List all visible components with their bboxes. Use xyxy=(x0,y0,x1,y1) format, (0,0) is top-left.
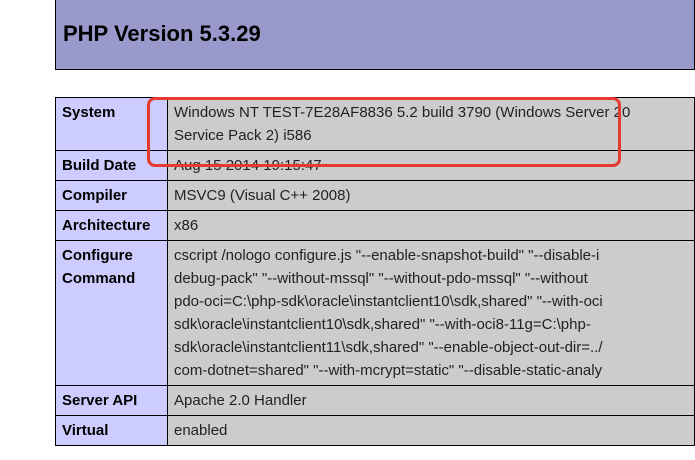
row-value: enabled xyxy=(167,415,695,446)
value-line: sdk\oracle\instantclient10\sdk,shared" "… xyxy=(174,316,591,333)
value-line: sdk\oracle\instantclient11\sdk,shared" "… xyxy=(174,339,603,356)
row-label: Virtual xyxy=(55,415,168,446)
row-label: Architecture xyxy=(55,210,168,241)
row-label: Build Date xyxy=(55,150,168,181)
row-value: cscript /nologo configure.js "--enable-s… xyxy=(167,240,695,386)
page-title: PHP Version 5.3.29 xyxy=(63,21,261,46)
row-label: Compiler xyxy=(55,180,168,211)
value-line: x86 xyxy=(174,217,199,234)
value-line: Windows NT TEST-7E28AF8836 5.2 build 379… xyxy=(174,104,631,121)
value-line: MSVC9 (Visual C++ 2008) xyxy=(174,187,351,204)
value-line: enabled xyxy=(174,422,228,439)
table-row: Configure Command cscript /nologo configu… xyxy=(55,240,695,386)
value-line: com-dotnet=shared" "--with-mcrypt=static… xyxy=(174,362,603,379)
row-value: Windows NT TEST-7E28AF8836 5.2 build 379… xyxy=(167,97,695,151)
row-value: x86 xyxy=(167,210,695,241)
table-row: Architecture x86 xyxy=(55,210,695,241)
php-version-header: PHP Version 5.3.29 xyxy=(55,0,695,70)
value-line: debug-pack" "--without-mssql" "--without… xyxy=(174,270,588,287)
value-line: Service Pack 2) i586 xyxy=(174,127,312,144)
table-row: Virtual enabled xyxy=(55,415,695,446)
value-line: cscript /nologo configure.js "--enable-s… xyxy=(174,247,600,264)
row-value: Apache 2.0 Handler xyxy=(167,385,695,416)
row-value: MSVC9 (Visual C++ 2008) xyxy=(167,180,695,211)
row-label: System xyxy=(55,97,168,151)
table-row: Build Date Aug 15 2014 19:15:47 xyxy=(55,150,695,181)
php-info-table: System Windows NT TEST-7E28AF8836 5.2 bui… xyxy=(55,97,695,446)
table-row: Compiler MSVC9 (Visual C++ 2008) xyxy=(55,180,695,211)
row-value: Aug 15 2014 19:15:47 xyxy=(167,150,695,181)
value-line: Aug 15 2014 19:15:47 xyxy=(174,157,322,174)
value-line: pdo-oci=C:\php-sdk\oracle\instantclient1… xyxy=(174,293,603,310)
table-row: System Windows NT TEST-7E28AF8836 5.2 bui… xyxy=(55,97,695,151)
row-label: Configure Command xyxy=(55,240,168,386)
row-label: Server API xyxy=(55,385,168,416)
table-row: Server API Apache 2.0 Handler xyxy=(55,385,695,416)
value-line: Apache 2.0 Handler xyxy=(174,392,307,409)
